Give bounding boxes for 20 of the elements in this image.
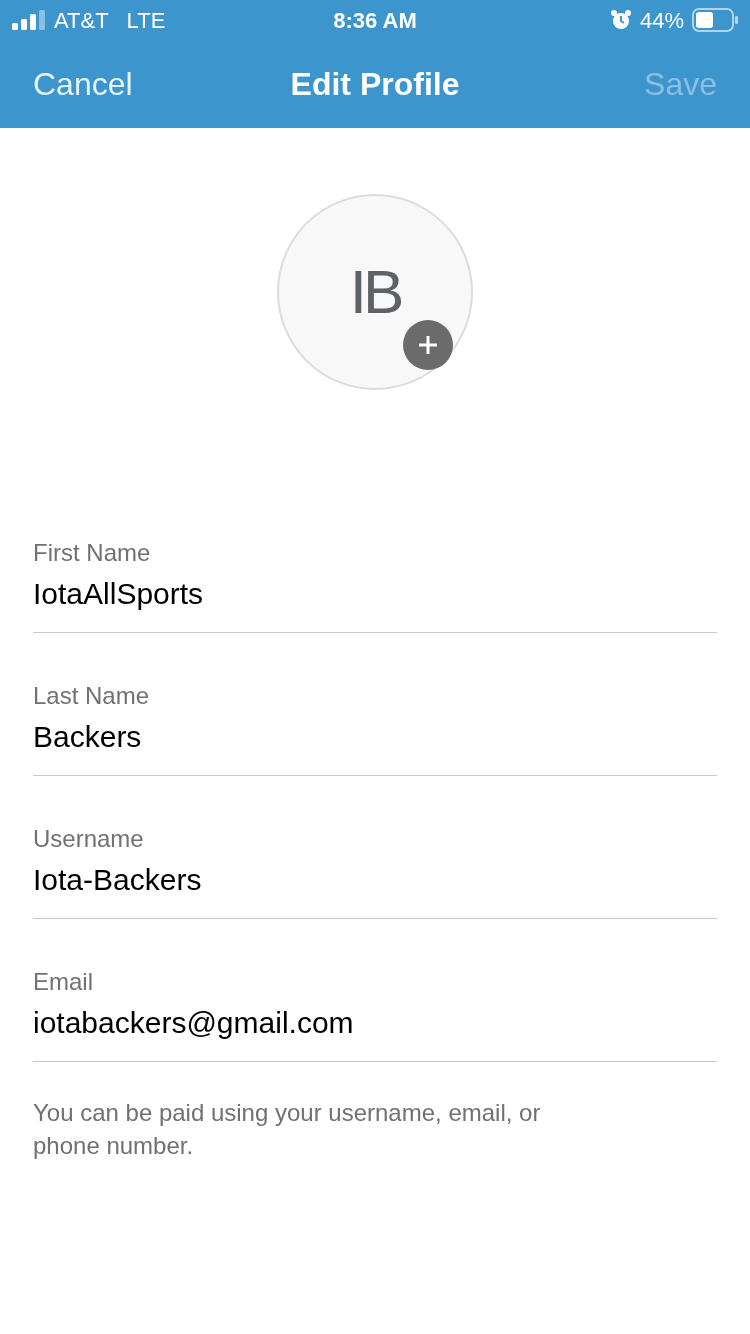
carrier-label: AT&T [54,6,109,35]
battery-percentage: 44% [639,6,684,35]
input-field[interactable]: iotabackers@gmail.com [33,1003,717,1043]
field-label: Email [33,967,94,997]
status-time: 8:36 AM [333,6,417,35]
battery-icon [692,8,738,32]
plus-icon [418,335,438,355]
page-title: Edit Profile [290,65,460,104]
avatar-initials: IB [349,261,401,323]
add-photo-badge[interactable] [403,320,453,370]
input-field[interactable]: Iota-Backers [33,860,717,900]
field-label: First Name [33,538,152,568]
input-field[interactable]: Backers [33,717,717,757]
field-label: Last Name [33,681,151,711]
network-label: LTE [126,6,166,35]
input-field[interactable]: IotaAllSports [33,574,717,614]
alarm-clock-icon [609,9,632,31]
signal-icon [12,10,46,30]
helper-text: You can be paid using your username, email, or phone number. [32,1098,542,1161]
field-label: Username [33,824,145,854]
